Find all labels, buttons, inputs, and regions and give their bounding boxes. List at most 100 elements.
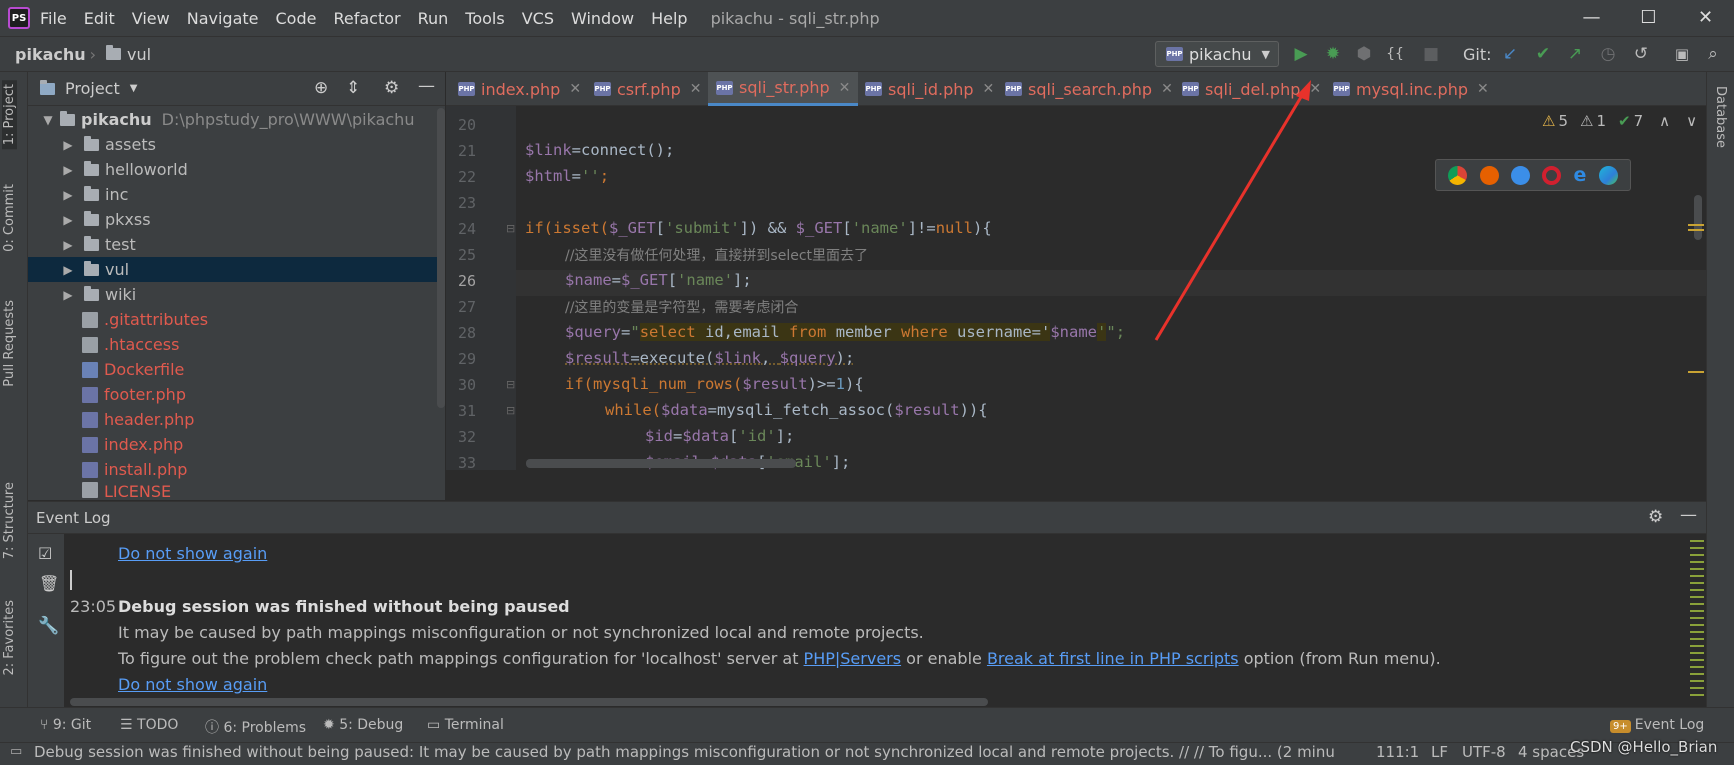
break-at-first-line-link[interactable]: Break at first line in PHP scripts [987, 649, 1239, 668]
tree-item-header[interactable]: header.php [28, 407, 445, 432]
tab-sqli-id-php[interactable]: PHP sqli_id.php ✕ [865, 72, 994, 106]
locate-file-icon[interactable]: ⊕ [314, 78, 328, 98]
firefox-icon[interactable] [1479, 165, 1499, 185]
gear-icon[interactable]: ⚙ [1648, 507, 1663, 527]
tool-tab-pull-requests[interactable]: Pull Requests [2, 300, 17, 387]
chevron-down-icon[interactable]: ▼ [130, 83, 138, 94]
tree-item-wiki[interactable]: ▶ wiki [28, 282, 445, 307]
tab-sqli-del-php[interactable]: PHP sqli_del.php ✕ [1182, 72, 1321, 106]
status-message[interactable]: Debug session was finished without being… [34, 743, 1334, 763]
previous-highlight-icon[interactable]: ∧ [1659, 112, 1670, 130]
listen-debug-connections-icon[interactable]: {{ [1385, 44, 1405, 64]
tree-item-inc[interactable]: ▶ inc [28, 182, 445, 207]
editor-hscrollbar[interactable] [526, 459, 796, 468]
project-scrollbar[interactable] [437, 108, 445, 408]
hide-panel-icon[interactable]: — [1680, 505, 1697, 525]
git-update-icon[interactable]: ↙ [1500, 44, 1520, 64]
tree-item-assets[interactable]: ▶ assets [28, 132, 445, 157]
tree-item-test[interactable]: ▶ test [28, 232, 445, 257]
chevron-right-icon[interactable]: ▶ [58, 238, 78, 252]
tab-sqli-search-php[interactable]: PHP sqli_search.php ✕ [1005, 72, 1173, 106]
debug-bug-icon[interactable]: ✹ [1323, 44, 1343, 64]
inspection-widget[interactable]: ⚠ 5 ⚠ 1 ✔ 7 ∧ ∨ [1542, 112, 1697, 130]
toggle-tool-windows-icon[interactable]: ▭ [10, 744, 22, 759]
tree-item-helloworld[interactable]: ▶ helloworld [28, 157, 445, 182]
editor-vscrollbar[interactable] [1694, 195, 1702, 240]
chevron-right-icon[interactable]: ▶ [58, 263, 78, 277]
close-icon[interactable]: ✕ [1309, 81, 1321, 97]
fold-icon[interactable]: ⊟ [506, 404, 515, 417]
breadcrumb-folder[interactable]: vul [127, 45, 151, 64]
tab-mysql-inc-php[interactable]: PHP mysql.inc.php ✕ [1333, 72, 1489, 106]
breadcrumb-project[interactable]: pikachu [15, 45, 86, 64]
next-highlight-icon[interactable]: ∨ [1686, 112, 1697, 130]
menu-code[interactable]: Code [276, 9, 317, 28]
hide-panel-icon[interactable]: — [418, 76, 435, 96]
wrench-icon[interactable]: 🔧 [38, 616, 59, 636]
close-icon[interactable]: ✕ [1477, 81, 1489, 97]
fold-icon[interactable]: ⊟ [506, 222, 515, 235]
tree-item-gitattributes[interactable]: .gitattributes [28, 307, 445, 332]
bottom-tab-terminal[interactable]: ▭ Terminal [427, 717, 504, 733]
opera-icon[interactable] [1542, 165, 1562, 185]
close-icon[interactable]: ✕ [690, 81, 702, 97]
tree-item-pkxss[interactable]: ▶ pkxss [28, 207, 445, 232]
trash-icon[interactable]: 🗑 [39, 574, 59, 593]
chevron-right-icon[interactable]: ▶ [58, 213, 78, 227]
menu-edit[interactable]: Edit [84, 9, 115, 28]
chevron-right-icon[interactable]: ▶ [58, 188, 78, 202]
bottom-tab-event-log[interactable]: 9+ Event Log [1610, 717, 1704, 733]
do-not-show-again-link[interactable]: Do not show again [118, 675, 267, 694]
maximize-button[interactable]: ☐ [1620, 0, 1677, 36]
run-icon[interactable]: ▶ [1291, 44, 1311, 64]
minimize-button[interactable]: — [1563, 0, 1620, 36]
git-history-icon[interactable]: ◷ [1598, 44, 1618, 64]
menu-refactor[interactable]: Refactor [333, 9, 400, 28]
php-servers-link[interactable]: PHP|Servers [804, 649, 902, 668]
menu-help[interactable]: Help [651, 9, 687, 28]
ie-icon[interactable]: e [1574, 164, 1587, 186]
tree-item-htaccess[interactable]: .htaccess [28, 332, 445, 357]
warning-marker[interactable] [1688, 224, 1704, 226]
warning-marker[interactable] [1688, 371, 1704, 373]
warning-marker[interactable] [1688, 229, 1704, 231]
tree-root[interactable]: ▼ pikachu D:\phpstudy_pro\WWW\pikachu [28, 107, 445, 132]
tree-item-index[interactable]: index.php [28, 432, 445, 457]
menu-navigate[interactable]: Navigate [187, 9, 259, 28]
edge-icon[interactable] [1598, 165, 1618, 185]
bottom-tab-todo[interactable]: ☰ TODO [120, 717, 178, 733]
tool-tab-commit[interactable]: 0: Commit [2, 184, 17, 252]
close-icon[interactable]: ✕ [839, 80, 851, 96]
menu-vcs[interactable]: VCS [522, 9, 554, 28]
do-not-show-again-link[interactable]: Do not show again [118, 544, 267, 563]
menu-tools[interactable]: Tools [465, 9, 504, 28]
tab-index-php[interactable]: PHP index.php ✕ [458, 72, 581, 106]
presentation-mode-icon[interactable]: ▣ [1672, 44, 1692, 64]
tool-tab-project[interactable]: 1: Project [2, 80, 17, 150]
collapse-all-icon[interactable]: ⇕ [346, 78, 360, 98]
tree-item-install[interactable]: install.php [28, 457, 445, 482]
tree-item-dockerfile[interactable]: Dockerfile [28, 357, 445, 382]
gear-icon[interactable]: ⚙ [384, 78, 399, 98]
safari-icon[interactable] [1510, 165, 1530, 185]
chevron-right-icon[interactable]: ▶ [58, 163, 78, 177]
git-push-icon[interactable]: ↗ [1565, 44, 1585, 64]
menu-file[interactable]: File [40, 9, 67, 28]
tree-item-license[interactable]: LICENSE [28, 482, 445, 500]
chevron-right-icon[interactable]: ▶ [58, 288, 78, 302]
close-icon[interactable]: ✕ [569, 81, 581, 97]
mark-all-read-icon[interactable]: ☑ [38, 544, 52, 563]
tool-tab-favorites[interactable]: 2: Favorites [2, 600, 17, 676]
tab-csrf-php[interactable]: PHP csrf.php ✕ [594, 72, 701, 106]
bottom-tab-problems[interactable]: ⓘ 6: Problems [205, 717, 306, 737]
stop-icon[interactable]: ■ [1421, 44, 1441, 64]
caret-position[interactable]: 111:1 [1376, 743, 1419, 761]
file-encoding[interactable]: UTF-8 [1462, 743, 1506, 761]
menu-view[interactable]: View [132, 9, 170, 28]
git-rollback-icon[interactable]: ↺ [1631, 44, 1651, 64]
tree-item-footer[interactable]: footer.php [28, 382, 445, 407]
tool-tab-database[interactable]: Database [1713, 86, 1728, 148]
run-configuration-select[interactable]: PHP pikachu ▼ [1155, 41, 1279, 67]
event-log-scrollbar[interactable] [70, 698, 988, 706]
fold-icon[interactable]: ⊟ [506, 378, 515, 391]
